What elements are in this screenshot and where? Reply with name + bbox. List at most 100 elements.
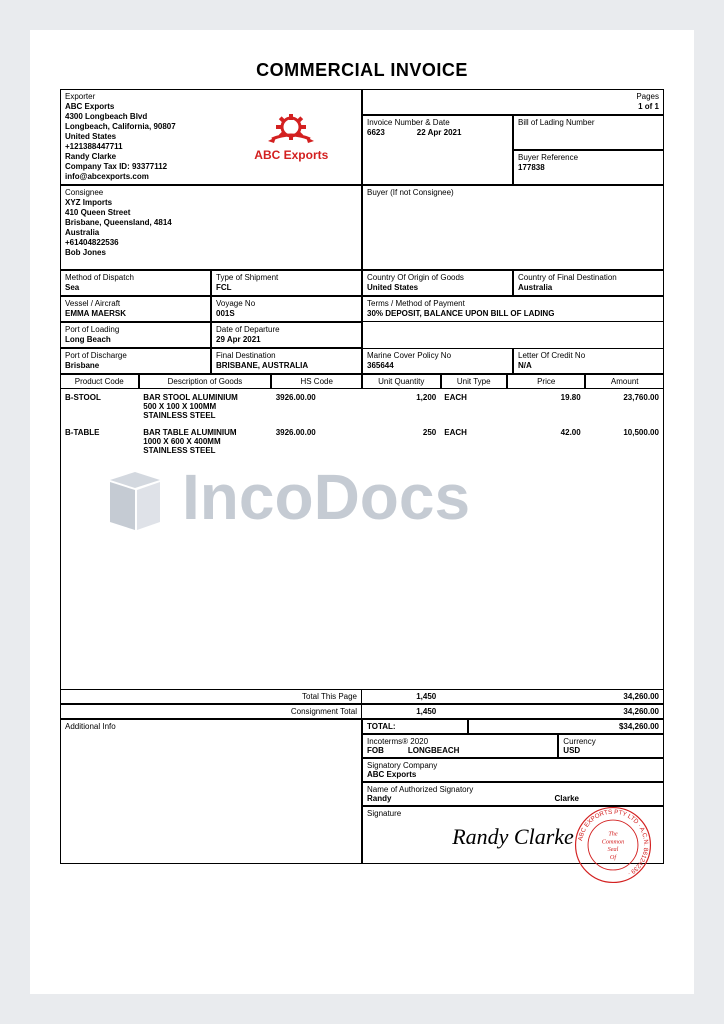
consign-total-amt: 34,260.00 bbox=[585, 705, 663, 718]
consignee-cell: Consignee XYZ Imports 410 Queen Street B… bbox=[60, 185, 362, 270]
top-right: Pages 1 of 1 Invoice Number & Date 6623 … bbox=[362, 89, 664, 185]
loc-label: Letter Of Credit No bbox=[518, 351, 659, 361]
top-block: Exporter ABC Exports 4300 Longbeach Blvd… bbox=[60, 89, 664, 185]
final-dest-cell: Final Destination BRISBANE, AUSTRALIA bbox=[211, 348, 362, 374]
col-qty: Unit Quantity bbox=[362, 374, 441, 389]
invoice-date: 22 Apr 2021 bbox=[417, 128, 462, 138]
pod-val: Brisbane bbox=[65, 361, 206, 371]
consignee-addr2: Brisbane, Queensland, 4814 bbox=[65, 218, 357, 228]
terms-cell: Terms / Method of Payment 30% DEPOSIT, B… bbox=[362, 296, 664, 322]
origin-label: Country Of Origin of Goods bbox=[367, 273, 508, 283]
item-amount: 10,500.00 bbox=[585, 428, 663, 455]
shipment-type-label: Type of Shipment bbox=[216, 273, 357, 283]
shipment-type-val: FCL bbox=[216, 283, 357, 293]
consignee-name: XYZ Imports bbox=[65, 198, 357, 208]
loc-cell: Letter Of Credit No N/A bbox=[513, 348, 664, 374]
item-code: B-STOOL bbox=[61, 393, 139, 420]
item-hs: 3926.00.00 bbox=[272, 393, 362, 420]
bol-label: Bill of Lading Number bbox=[518, 118, 659, 128]
addl-label: Additional Info bbox=[65, 722, 357, 731]
final-dest-label: Final Destination bbox=[216, 351, 357, 361]
buyer-ref-label: Buyer Reference bbox=[518, 153, 659, 163]
sig-name-label: Name of Authorized Signatory bbox=[367, 785, 659, 794]
item-row: B-TABLE BAR TABLE ALUMINIUM 1000 X 600 X… bbox=[61, 428, 663, 455]
pages-val: 1 of 1 bbox=[367, 102, 659, 112]
dispatch-val: Sea bbox=[65, 283, 206, 293]
consign-total-row: Consignment Total 1,450 34,260.00 bbox=[60, 704, 664, 719]
terms-val: 30% DEPOSIT, BALANCE UPON BILL OF LADING bbox=[367, 309, 659, 319]
voyage-label: Voyage No bbox=[216, 299, 357, 309]
origin-val: United States bbox=[367, 283, 508, 293]
gear-icon bbox=[266, 111, 316, 146]
exporter-addr2: Longbeach, California, 90807 bbox=[65, 122, 226, 132]
items-header: Product Code Description of Goods HS Cod… bbox=[60, 374, 664, 389]
marine-cell: Marine Cover Policy No 365644 bbox=[362, 348, 513, 374]
item-price: 19.80 bbox=[506, 393, 584, 420]
col-price: Price bbox=[507, 374, 586, 389]
sig-company-val: ABC Exports bbox=[367, 770, 659, 779]
consignee-contact: Bob Jones bbox=[65, 248, 357, 258]
item-desc: BAR STOOL ALUMINIUM 500 X 100 X 100MM ST… bbox=[139, 393, 271, 420]
col-amount: Amount bbox=[585, 374, 664, 389]
sig-name-cell: Name of Authorized Signatory Randy Clark… bbox=[362, 782, 664, 806]
invoice-page: COMMERCIAL INVOICE Exporter ABC Exports … bbox=[30, 30, 694, 994]
logo-text: ABC Exports bbox=[254, 148, 328, 163]
voyage-cell: Voyage No 001S bbox=[211, 296, 362, 322]
final-dest-val: BRISBANE, AUSTRALIA bbox=[216, 361, 357, 371]
signature-cell: Signature Randy Clarke bbox=[362, 806, 664, 864]
incoterms-term: FOB bbox=[367, 746, 384, 755]
col-hs: HS Code bbox=[271, 374, 362, 389]
currency-cell: Currency USD bbox=[558, 734, 664, 758]
pod-label: Port of Discharge bbox=[65, 351, 206, 361]
logo: ABC Exports bbox=[226, 92, 357, 182]
bol-cell: Bill of Lading Number bbox=[513, 115, 664, 150]
col-unit: Unit Type bbox=[441, 374, 507, 389]
item-hs: 3926.00.00 bbox=[272, 428, 362, 455]
marine-label: Marine Cover Policy No bbox=[367, 351, 508, 361]
buyer-label: Buyer (If not Consignee) bbox=[367, 188, 659, 198]
consignee-country: Australia bbox=[65, 228, 357, 238]
dest-country-val: Australia bbox=[518, 283, 659, 293]
consignee-label: Consignee bbox=[65, 188, 357, 198]
signature-val: Randy Clarke bbox=[367, 818, 659, 852]
item-amount: 23,760.00 bbox=[585, 393, 663, 420]
dispatch-cell: Method of Dispatch Sea bbox=[60, 270, 211, 296]
dep-cell: Date of Departure 29 Apr 2021 bbox=[211, 322, 362, 348]
dep-label: Date of Departure bbox=[216, 325, 357, 335]
total-page-label: Total This Page bbox=[61, 690, 362, 703]
footer-grid: Additional Info TOTAL: $34,260.00 Incote… bbox=[60, 719, 664, 864]
consignee-phone: +61404822536 bbox=[65, 238, 357, 248]
consignee-addr1: 410 Queen Street bbox=[65, 208, 357, 218]
item-qty: 1,200 bbox=[362, 393, 440, 420]
invoice-num-cell: Invoice Number & Date 6623 22 Apr 2021 bbox=[362, 115, 513, 185]
terms-label: Terms / Method of Payment bbox=[367, 299, 659, 309]
total-label: TOTAL: bbox=[362, 719, 468, 734]
item-code: B-TABLE bbox=[61, 428, 139, 455]
exporter-name: ABC Exports bbox=[65, 102, 226, 112]
pol-val: Long Beach bbox=[65, 335, 206, 345]
pod-cell: Port of Discharge Brisbane bbox=[60, 348, 211, 374]
sig-company-cell: Signatory Company ABC Exports bbox=[362, 758, 664, 782]
voyage-val: 001S bbox=[216, 309, 357, 319]
currency-label: Currency bbox=[563, 737, 659, 746]
invoice-num-label: Invoice Number & Date bbox=[367, 118, 508, 128]
exporter-addr1: 4300 Longbeach Blvd bbox=[65, 112, 226, 122]
item-desc: BAR TABLE ALUMINIUM 1000 X 600 X 400MM S… bbox=[139, 428, 271, 455]
total-page-amt: 34,260.00 bbox=[585, 690, 663, 703]
buyer-ref: 177838 bbox=[518, 163, 659, 173]
col-desc: Description of Goods bbox=[139, 374, 272, 389]
dest-country-cell: Country of Final Destination Australia bbox=[513, 270, 664, 296]
dep-val: 29 Apr 2021 bbox=[216, 335, 357, 345]
origin-cell: Country Of Origin of Goods United States bbox=[362, 270, 513, 296]
exporter-taxid: Company Tax ID: 93377112 bbox=[65, 162, 226, 172]
loc-val: N/A bbox=[518, 361, 659, 371]
exporter-country: United States bbox=[65, 132, 226, 142]
consign-total-qty: 1,450 bbox=[362, 705, 440, 718]
incoterms-cell: Incoterms® 2020 FOB LONGBEACH bbox=[362, 734, 558, 758]
shipment-type-cell: Type of Shipment FCL bbox=[211, 270, 362, 296]
item-row: B-STOOL BAR STOOL ALUMINIUM 500 X 100 X … bbox=[61, 393, 663, 420]
sig-last: Clarke bbox=[555, 794, 579, 803]
consign-total-label: Consignment Total bbox=[61, 705, 362, 718]
signature-label: Signature bbox=[367, 809, 659, 818]
pol-cell: Port of Loading Long Beach bbox=[60, 322, 211, 348]
